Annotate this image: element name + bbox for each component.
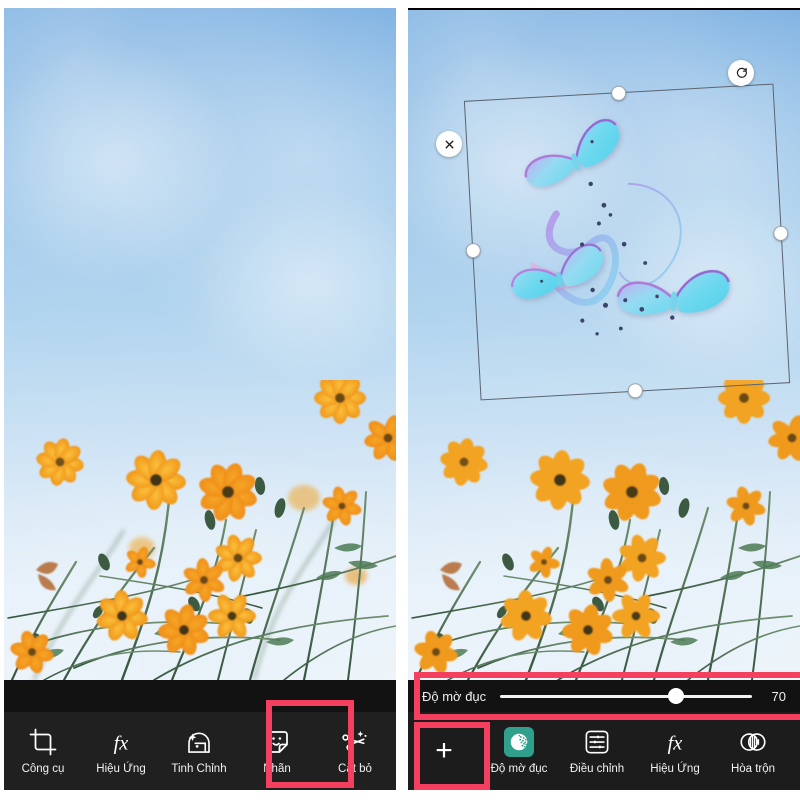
tool-label: Cắt bỏ [338,762,372,775]
sticker-selection-overlay[interactable] [408,10,800,680]
tool-label: Công cụ [21,762,65,775]
fx-icon: fx [660,727,690,757]
sticker-icon [262,727,292,757]
plus-icon: + [435,734,453,767]
tool-label: Hiệu Ứng [650,762,700,775]
adjust-icon [582,727,612,757]
svg-text:fx: fx [114,732,129,754]
fx-icon: fx [106,727,136,757]
left-phone-screen: Công cụ fx Hiệu Ứng Tinh Chỉnh Nhãn Cắt … [4,8,396,790]
right-toolbar[interactable]: + Độ mờ đục Điều chỉnh fx Hiệu Ứng Hòa t… [408,712,800,790]
resize-handle-right[interactable] [772,225,789,242]
tool-label: Điều chỉnh [569,762,625,775]
opacity-slider-thumb[interactable] [668,688,685,704]
tool-effects[interactable]: fx Hiệu Ứng [636,712,714,790]
tool-label: Tinh Chỉnh [171,762,227,775]
opacity-icon [504,726,534,757]
tool-retouch[interactable]: Tinh Chỉnh [160,712,238,790]
tool-opacity[interactable]: Độ mờ đục [480,712,558,790]
tool-flip-x[interactable]: Lật-X [792,712,800,790]
tool-crop[interactable]: Công cụ [4,712,82,790]
opacity-value: 70 [771,688,786,704]
resize-handle-top[interactable] [610,85,627,102]
resize-handle-left[interactable] [465,242,482,259]
retouch-icon [184,727,214,757]
tool-label: Nhãn [263,762,291,775]
close-icon [445,140,453,148]
opacity-slider-row[interactable]: Độ mờ đục 70 [408,680,800,712]
crop-icon [28,727,58,757]
tool-effects[interactable]: fx Hiệu Ứng [82,712,160,790]
left-bottom-chrome: Công cụ fx Hiệu Ứng Tinh Chỉnh Nhãn Cắt … [4,680,396,790]
right-bottom-chrome: Độ mờ đục 70 + Độ mờ đục Điều chỉnh fx H… [408,680,800,790]
cutout-icon [340,727,370,757]
sticker-bounding-box[interactable] [463,83,791,401]
resize-handle-bottom[interactable] [627,382,644,399]
tool-sticker[interactable]: Nhãn [238,712,316,790]
tool-label: Hòa trộn [730,762,776,775]
blend-icon [738,727,768,757]
left-toolbar[interactable]: Công cụ fx Hiệu Ứng Tinh Chỉnh Nhãn Cắt … [4,712,396,790]
photo-canvas-right[interactable] [408,10,800,680]
svg-text:fx: fx [668,732,683,754]
opacity-slider-label: Độ mờ đục [422,688,487,704]
cosmos-flowers [4,380,396,680]
right-phone-screen: Độ mờ đục 70 + Độ mờ đục Điều chỉnh fx H… [408,8,800,790]
photo-canvas-left[interactable] [4,8,396,680]
tool-cutout[interactable]: Cắt bỏ [316,712,394,790]
rotate-icon [736,67,747,78]
opacity-slider-track[interactable] [500,688,752,704]
tool-label: Hiệu Ứng [96,762,146,775]
close-sticker-button[interactable] [436,131,462,157]
add-sticker-button[interactable]: + [408,712,480,790]
cloud-haze-secondary [184,182,396,385]
tool-label: Độ mờ đục [490,762,548,775]
rotate-sticker-button[interactable] [728,60,754,86]
tool-adjust[interactable]: Điều chỉnh [558,712,636,790]
tool-blend[interactable]: Hòa trộn [714,712,792,790]
screenshot-root: Công cụ fx Hiệu Ứng Tinh Chỉnh Nhãn Cắt … [0,0,800,800]
